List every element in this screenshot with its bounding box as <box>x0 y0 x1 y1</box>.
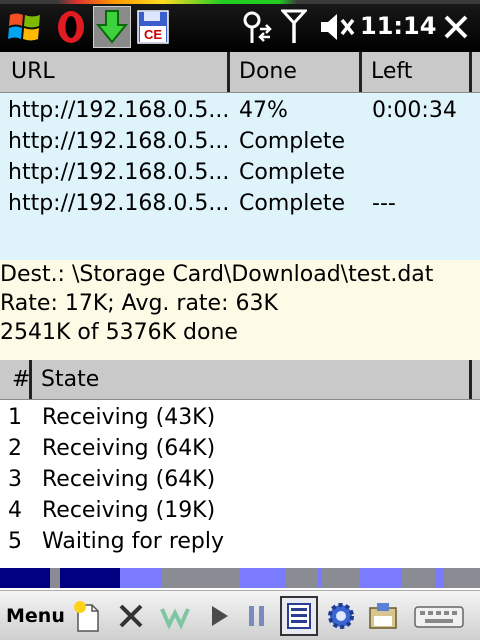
downloads-list: http://192.168.0.5... 47% 0:00:34 http:/… <box>0 93 480 260</box>
download-url: http://192.168.0.5... <box>8 98 230 123</box>
status-clock[interactable]: 11:14 <box>360 10 436 42</box>
progress-segment-active <box>436 568 444 588</box>
column-header-number[interactable]: # <box>0 360 32 399</box>
download-url: http://192.168.0.5... <box>8 129 230 154</box>
play-icon[interactable] <box>200 596 238 636</box>
threads-list: 1 Receiving (43K) 2 Receiving (64K) 3 Re… <box>0 400 480 565</box>
bytes-done: 2541K of 5376K done <box>0 320 238 345</box>
thread-row[interactable]: 2 Receiving (64K) <box>0 433 480 464</box>
download-url: http://192.168.0.5... <box>8 160 230 185</box>
signal-strength-icon <box>280 6 308 48</box>
downloads-table-header: URL Done Left <box>0 52 480 93</box>
download-row[interactable]: http://192.168.0.5... 47% 0:00:34 <box>0 95 480 126</box>
download-info-panel: Dest.: \Storage Card\Download\test.dat R… <box>0 260 480 360</box>
download-done: Complete <box>239 191 346 216</box>
opera-browser-icon[interactable] <box>52 6 90 48</box>
download-time-left: --- <box>372 191 396 216</box>
menu-bar: Menu <box>0 590 480 640</box>
thread-row[interactable]: 5 Waiting for reply <box>0 526 480 557</box>
progress-segment-active <box>318 568 322 588</box>
header-filler <box>472 52 480 92</box>
ce-badge-text: CE <box>144 27 162 42</box>
thread-number: 3 <box>8 467 22 492</box>
header-filler <box>472 360 480 399</box>
download-manager-icon[interactable] <box>93 6 131 48</box>
connectivity-icon[interactable] <box>237 6 273 48</box>
watermark-icon <box>156 596 194 636</box>
status-bar-accent-line <box>0 0 480 4</box>
thread-state: Receiving (64K) <box>42 467 216 492</box>
column-header-url[interactable]: URL <box>0 52 230 92</box>
thread-number: 2 <box>8 436 22 461</box>
transfer-rate: Rate: 17K; Avg. rate: 63K <box>0 291 278 316</box>
download-row[interactable]: http://192.168.0.5... Complete <box>0 126 480 157</box>
thread-row[interactable]: 4 Receiving (19K) <box>0 495 480 526</box>
windows-start-icon[interactable] <box>4 6 46 48</box>
download-row[interactable]: http://192.168.0.5... Complete --- <box>0 188 480 219</box>
download-url: http://192.168.0.5... <box>8 191 230 216</box>
thread-row[interactable]: 3 Receiving (64K) <box>0 464 480 495</box>
column-header-left[interactable]: Left <box>362 52 472 92</box>
status-bar: CE 11:14 <box>0 0 480 52</box>
save-disk-icon[interactable] <box>364 596 402 636</box>
thread-number: 5 <box>8 529 22 554</box>
column-header-state[interactable]: State <box>32 360 472 399</box>
download-done: 47% <box>239 98 288 123</box>
download-done: Complete <box>239 129 346 154</box>
thread-state: Receiving (19K) <box>42 498 216 523</box>
thread-row[interactable]: 1 Receiving (43K) <box>0 402 480 433</box>
speaker-muted-icon[interactable] <box>318 6 356 48</box>
progress-segment-downloaded <box>0 568 50 588</box>
close-icon[interactable] <box>436 6 476 48</box>
progress-segment-active <box>240 568 286 588</box>
keyboard-icon[interactable] <box>410 596 468 636</box>
pause-icon[interactable] <box>238 596 276 636</box>
menu-button[interactable]: Menu <box>6 591 65 640</box>
thread-state: Waiting for reply <box>42 529 225 554</box>
thread-number: 4 <box>8 498 22 523</box>
column-header-done[interactable]: Done <box>230 52 362 92</box>
thread-state: Receiving (43K) <box>42 405 216 430</box>
floppy-ce-icon[interactable]: CE <box>136 6 170 48</box>
progress-segment-downloaded <box>98 568 120 588</box>
thread-number: 1 <box>8 405 22 430</box>
new-download-icon[interactable] <box>68 596 106 636</box>
progress-segment-active <box>360 568 402 588</box>
destination-path: Dest.: \Storage Card\Download\test.dat <box>0 262 434 287</box>
settings-gear-icon[interactable] <box>322 596 360 636</box>
progress-segment-downloaded <box>60 568 98 588</box>
download-progress-map <box>0 568 480 588</box>
download-done: Complete <box>239 160 346 185</box>
download-row[interactable]: http://192.168.0.5... Complete <box>0 157 480 188</box>
threads-table-header: # State <box>0 360 480 400</box>
progress-segment-active <box>120 568 162 588</box>
delete-icon[interactable] <box>112 596 150 636</box>
download-time-left: 0:00:34 <box>372 98 457 123</box>
view-details-icon[interactable] <box>280 596 318 636</box>
thread-state: Receiving (64K) <box>42 436 216 461</box>
